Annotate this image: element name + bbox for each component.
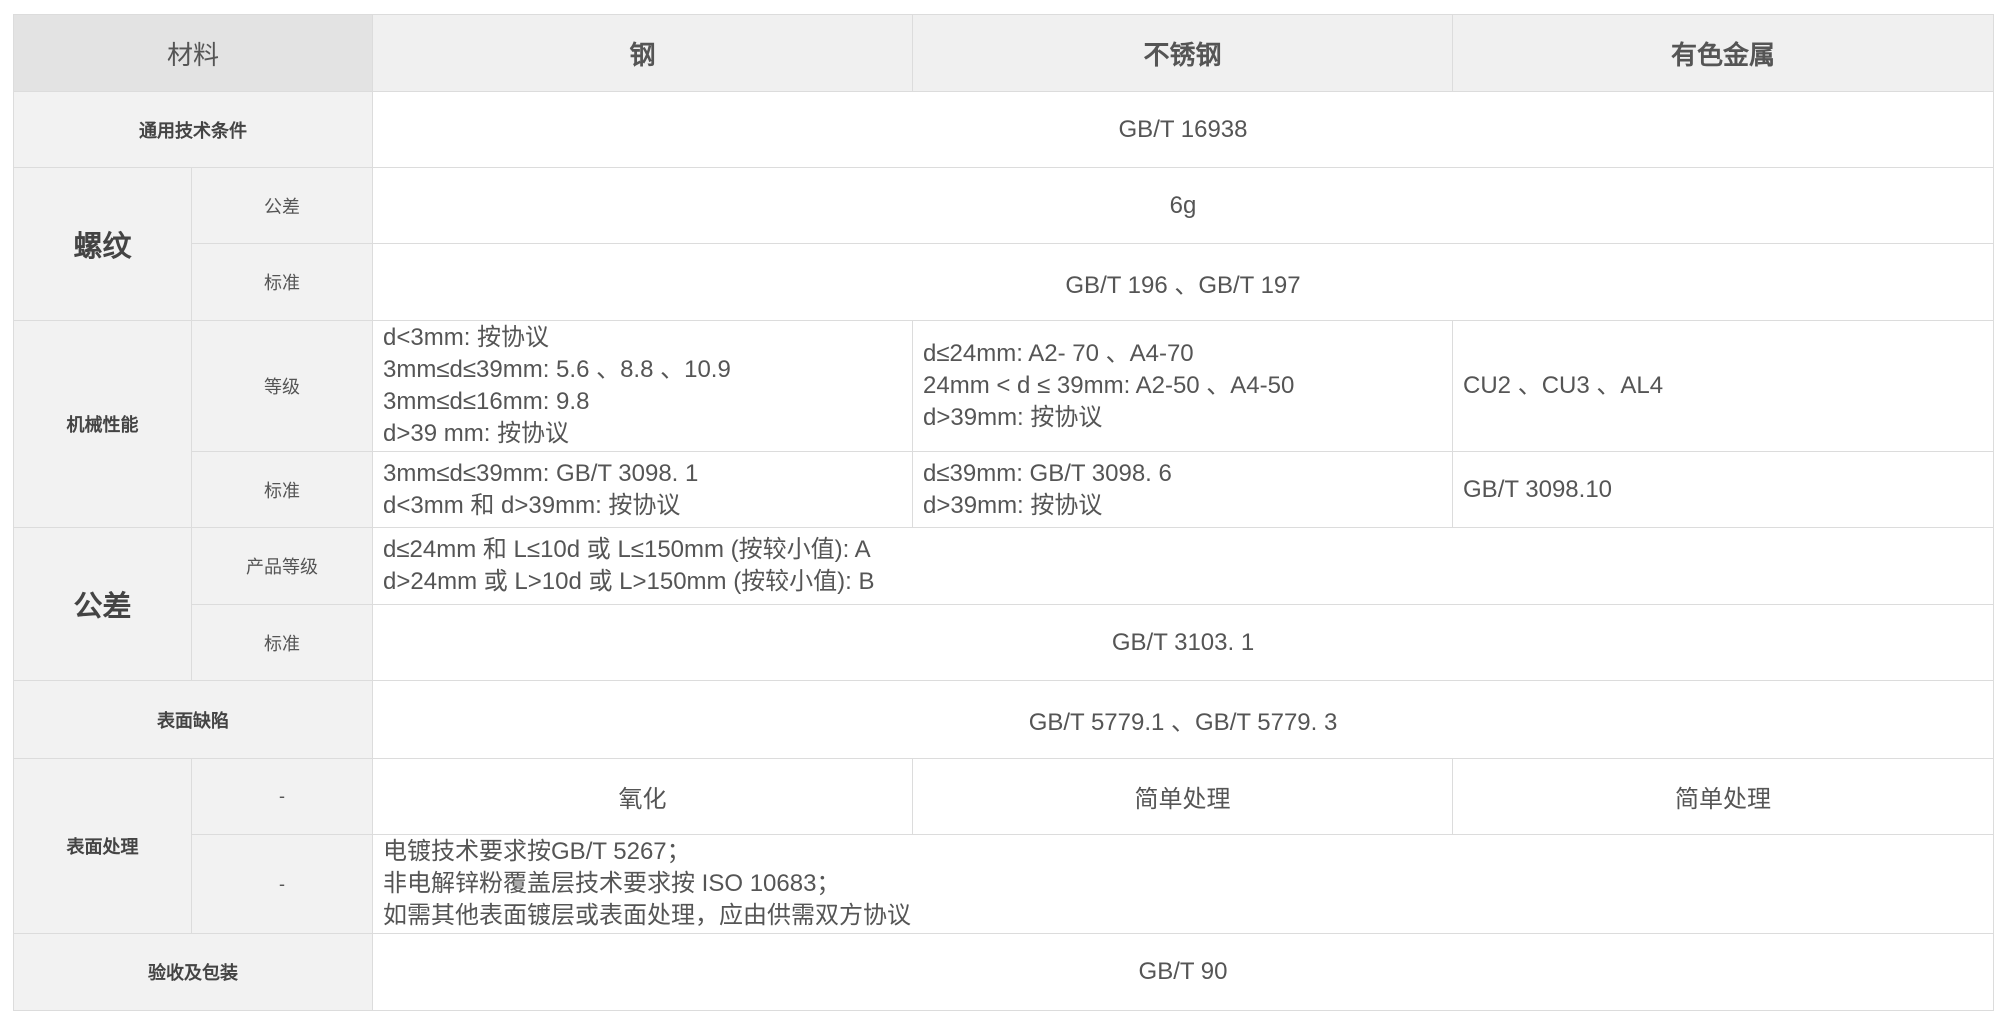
mechanical-standard-label: 标准 [190,451,374,528]
header-stainless: 不锈钢 [912,14,1454,92]
tolerance-standard-row: 标准 GB/T 3103. 1 [14,604,1995,681]
header-nonferrous: 有色金属 [1452,14,1995,92]
standard-stainless-line: d>39mm: 按协议 [923,491,1103,519]
grade-steel-line: d>39 mm: 按协议 [383,420,570,447]
grade-stainless-line: d>39mm: 按协议 [923,404,1103,431]
tolerance-grade-line: d≤24mm 和 L≤10d 或 L≤150mm (按较小值): A [383,536,871,563]
standard-steel-line: 3mm≤d≤39mm: GB/T 3098. 1 [383,459,699,487]
surface-treatment-stainless: 简单处理 [912,758,1454,835]
general-label: 通用技术条件 [12,91,374,168]
surface-defects-label: 表面缺陷 [12,680,374,759]
standard-stainless-line: d≤39mm: GB/T 3098. 6 [923,459,1172,487]
grade-stainless-line: 24mm < d ≤ 39mm: A2-50 、A4-50 [923,372,1295,399]
thread-label: 螺纹 [13,167,192,321]
tolerance-standard-value: GB/T 3103. 1 [372,604,1995,681]
surface-treatment-row1-label: - [190,758,374,835]
mechanical-standard-row: 标准 3mm≤d≤39mm: GB/T 3098. 1 d<3mm 和 d>39… [14,451,1995,528]
mechanical-label: 机械性能 [13,320,192,528]
mechanical-standard-stainless: d≤39mm: GB/T 3098. 6 d>39mm: 按协议 [912,451,1454,528]
tolerance-grade-label: 产品等级 [190,527,374,605]
mechanical-grade-steel: d<3mm: 按协议 3mm≤d≤39mm: 5.6 、8.8 、10.9 3m… [372,320,914,452]
general-value: GB/T 16938 [372,91,1995,168]
surface-treatment-nonferrous: 简单处理 [1452,758,1995,835]
thread-standard-value: GB/T 196 、GB/T 197 [372,243,1995,321]
mechanical-standard-nonferrous: GB/T 3098.10 [1452,451,1995,528]
general-row: 通用技术条件 GB/T 16938 [12,91,1995,168]
acceptance-label: 验收及包装 [12,933,374,1011]
grade-steel-line: d<3mm: 按协议 [383,324,550,351]
mechanical-grade-stainless: d≤24mm: A2- 70 、A4-70 24mm < d ≤ 39mm: A… [912,320,1454,452]
header-row: 材料 钢 不锈钢 有色金属 [12,14,1995,92]
surface-treatment-steel: 氧化 [372,758,914,835]
surface-treatment-row-2: - 电镀技术要求按GB/T 5267； 非电解锌粉覆盖层技术要求按 ISO 10… [14,834,1995,934]
tolerance-grade-value: d≤24mm 和 L≤10d 或 L≤150mm (按较小值): A d>24m… [372,527,1995,605]
grade-steel-line: 3mm≤d≤16mm: 9.8 [383,388,590,415]
surface-treatment-note: 非电解锌粉覆盖层技术要求按 ISO 10683； [383,870,841,897]
standard-steel-line: d<3mm 和 d>39mm: 按协议 [383,491,681,519]
header-steel: 钢 [372,14,914,92]
surface-defects-value: GB/T 5779.1 、GB/T 5779. 3 [372,680,1995,759]
tolerance-grade-line: d>24mm 或 L>10d 或 L>150mm (按较小值): B [383,568,875,595]
header-material: 材料 [12,14,374,92]
thread-standard-row: 标准 GB/T 196 、GB/T 197 [14,243,1995,321]
spec-table: 材料 钢 不锈钢 有色金属 通用技术条件 GB/T 16938 螺纹 公差 6g… [12,14,1995,1011]
thread-tolerance-row: 螺纹 公差 6g [13,167,1995,321]
mechanical-grade-label: 等级 [190,320,374,452]
tolerance-label: 公差 [13,527,192,681]
thread-tolerance-value: 6g [372,167,1995,244]
tolerance-standard-label: 标准 [190,604,374,681]
mechanical-grade-nonferrous: CU2 、CU3 、AL4 [1452,320,1995,452]
surface-treatment-notes: 电镀技术要求按GB/T 5267； 非电解锌粉覆盖层技术要求按 ISO 1068… [372,834,1995,934]
surface-treatment-note: 如需其他表面镀层或表面处理，应由供需双方协议 [383,902,912,929]
mechanical-standard-steel: 3mm≤d≤39mm: GB/T 3098. 1 d<3mm 和 d>39mm:… [372,451,914,528]
acceptance-row: 验收及包装 GB/T 90 [12,933,1995,1011]
surface-treatment-label: 表面处理 [13,758,192,934]
acceptance-value: GB/T 90 [372,933,1995,1011]
tolerance-grade-row: 公差 产品等级 d≤24mm 和 L≤10d 或 L≤150mm (按较小值):… [13,527,1995,681]
grade-steel-line: 3mm≤d≤39mm: 5.6 、8.8 、10.9 [383,356,731,383]
mechanical-grade-row: 机械性能 等级 d<3mm: 按协议 3mm≤d≤39mm: 5.6 、8.8 … [13,320,1995,528]
thread-standard-label: 标准 [190,243,374,321]
surface-defects-row: 表面缺陷 GB/T 5779.1 、GB/T 5779. 3 [12,680,1995,759]
surface-treatment-row-1: 表面处理 - 氧化 简单处理 简单处理 [13,758,1995,934]
surface-treatment-row2-label: - [190,834,374,934]
thread-tolerance-label: 公差 [190,167,374,244]
surface-treatment-note: 电镀技术要求按GB/T 5267； [383,838,691,865]
grade-stainless-line: d≤24mm: A2- 70 、A4-70 [923,340,1194,367]
